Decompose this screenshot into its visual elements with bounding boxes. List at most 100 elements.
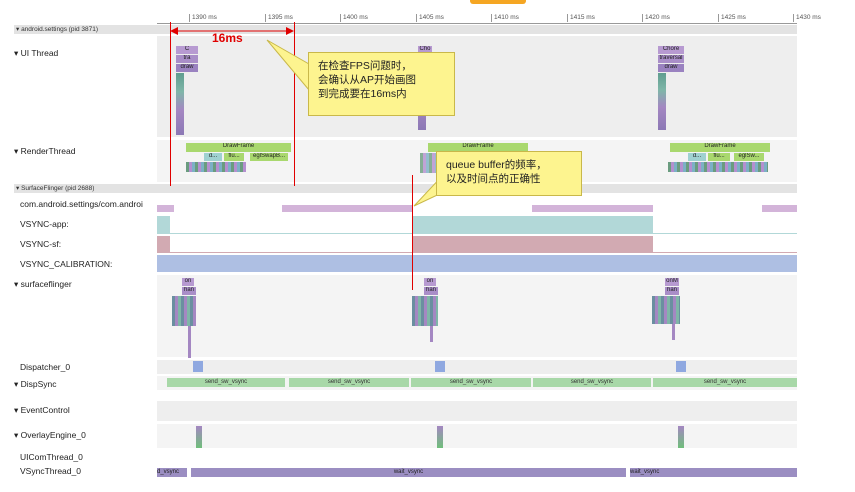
ruler-tick-line xyxy=(793,14,794,22)
vsync-sf-bar-1 xyxy=(157,236,170,252)
track-label-ui-thread[interactable]: ▾ UI Thread xyxy=(14,48,58,59)
sf-stack-1 xyxy=(172,296,196,326)
vsyncthread-slice-1[interactable]: d_vsync xyxy=(157,468,187,477)
ui-slice-traversal-3[interactable]: traversal xyxy=(658,55,684,63)
render-drawframe-3[interactable]: DrawFrame xyxy=(670,143,770,152)
ruler-tick-line xyxy=(189,14,190,22)
sf-slice-han-2[interactable]: han xyxy=(424,287,438,295)
dispsync-slice-1[interactable]: send_sw_vsync xyxy=(167,378,285,387)
interval-start-line xyxy=(170,22,171,186)
overlay-slice-3[interactable] xyxy=(678,426,684,448)
track-label-surfaceflinger[interactable]: ▾ surfaceflinger xyxy=(14,279,72,290)
ruler-tick-label: 1420 ms xyxy=(645,14,670,21)
track-label-uicompthread[interactable]: UIComThread_0 xyxy=(20,452,83,462)
process-header-android-settings[interactable]: ▾ android.settings (pid 3871) xyxy=(14,25,797,34)
callout-fps: 在检查FPS问题时， 会确认从AP开始画图 到完成要在16ms内 xyxy=(308,52,455,116)
track-label-vsyncthread[interactable]: VSyncThread_0 xyxy=(20,466,81,476)
ui-slice-traversal-1[interactable]: tra xyxy=(176,55,198,63)
vsyncthread-slice-2[interactable]: wait_vsync xyxy=(191,468,626,477)
ruler-tick-line xyxy=(416,14,417,22)
ruler-tick-line xyxy=(642,14,643,22)
sf-tail-1 xyxy=(188,326,191,358)
callout-fps-line-2: 会确认从AP开始画图 xyxy=(318,74,417,86)
track-label-eventcontrol[interactable]: ▾ EventControl xyxy=(14,405,70,416)
render-drawframe-1[interactable]: DrawFrame xyxy=(186,143,291,152)
sf-slice-on-2[interactable]: on xyxy=(424,278,436,286)
track-label-settings-layer[interactable]: com.android.settings/com.androi xyxy=(20,199,155,209)
track-label-vsync-app[interactable]: VSYNC-app: xyxy=(20,219,69,229)
render-sub-d-3[interactable]: d... xyxy=(688,153,706,161)
track-label-dispsync[interactable]: ▾ DispSync xyxy=(14,379,57,390)
ruler-tick-line xyxy=(567,14,568,22)
layer-bar-1 xyxy=(157,205,174,212)
ruler-tick-line xyxy=(491,14,492,22)
sf-tail-3 xyxy=(672,324,675,340)
overlay-slice-1[interactable] xyxy=(196,426,202,448)
vsync-app-baseline xyxy=(157,233,797,234)
track-label-dispatcher[interactable]: Dispatcher_0 xyxy=(20,362,70,372)
ruler-tick-line xyxy=(340,14,341,22)
ui-stack-1 xyxy=(176,73,184,135)
dispsync-slice-3[interactable]: send_sw_vsync xyxy=(411,378,531,387)
track-label-render-thread[interactable]: ▾ RenderThread xyxy=(14,146,75,157)
ruler-tick-label: 1390 ms xyxy=(192,14,217,21)
vsync-calibration-bar xyxy=(157,255,797,272)
title-fragment xyxy=(470,0,526,4)
dispatcher-track xyxy=(157,360,797,374)
ruler-tick-label: 1410 ms xyxy=(494,14,519,21)
dispsync-slice-2[interactable]: send_sw_vsync xyxy=(289,378,409,387)
ruler-tick-label: 1400 ms xyxy=(343,14,368,21)
surfaceflinger-track xyxy=(157,275,797,357)
sf-tail-2 xyxy=(430,326,433,342)
render-sub-d-1[interactable]: d... xyxy=(204,153,222,161)
callout-queue-line-2: 以及时间点的正确性 xyxy=(446,173,541,185)
ui-stack-3 xyxy=(658,73,666,130)
ruler-tick-label: 1415 ms xyxy=(570,14,595,21)
track-label-overlayengine[interactable]: ▾ OverlayEngine_0 xyxy=(14,430,86,441)
dispatcher-slice-1[interactable] xyxy=(193,361,203,372)
dispsync-slice-4[interactable]: send_sw_vsync xyxy=(533,378,651,387)
vsync-sf-bar-2 xyxy=(413,236,653,252)
vsyncthread-slice-3[interactable]: wait_vsync xyxy=(630,468,797,477)
render-sub-eglswap-1[interactable]: eglSwapB... xyxy=(250,153,288,161)
ui-slice-draw-1[interactable]: draw xyxy=(176,64,198,72)
sf-slice-onm-3[interactable]: onM xyxy=(665,278,679,286)
eventcontrol-track xyxy=(157,401,797,421)
sf-stack-2 xyxy=(412,296,438,326)
layer-bar-3 xyxy=(532,205,653,212)
process-header-surfaceflinger[interactable]: ▾ SurfaceFlinger (pid 2688) xyxy=(14,184,797,193)
track-label-vsync-calibration[interactable]: VSYNC_CALIBRATION: xyxy=(20,259,112,269)
ruler-tick-label: 1405 ms xyxy=(419,14,444,21)
callout-queue-buffer: queue buffer的频率， 以及时间点的正确性 xyxy=(436,151,582,196)
ui-slice-draw-3[interactable]: draw xyxy=(658,64,684,72)
sf-slice-on-1[interactable]: on xyxy=(182,278,194,286)
render-sub-eglswap-3[interactable]: eglSw... xyxy=(734,153,764,161)
callout-queue-line-1: queue buffer的频率， xyxy=(446,159,547,171)
render-stack-3 xyxy=(668,162,768,172)
vsync-sf-baseline xyxy=(157,252,797,253)
render-sub-flush-1[interactable]: flu... xyxy=(224,153,244,161)
render-stack-1 xyxy=(186,162,246,172)
ui-slice-choreographer-1[interactable]: C xyxy=(176,46,198,54)
layer-bar-4 xyxy=(762,205,797,212)
ruler-tick-label: 1395 ms xyxy=(268,14,293,21)
dispsync-slice-5[interactable]: send_sw_vsync xyxy=(653,378,797,387)
ui-thread-track xyxy=(157,36,797,137)
vsync-app-bar-2 xyxy=(413,216,653,233)
sf-stack-3 xyxy=(652,296,680,324)
sf-slice-han-3[interactable]: han xyxy=(665,287,679,295)
dispatcher-slice-2[interactable] xyxy=(435,361,445,372)
render-sub-flush-3[interactable]: flu... xyxy=(708,153,730,161)
callout-fps-line-1: 在检查FPS问题时， xyxy=(318,60,412,72)
ruler-tick-label: 1425 ms xyxy=(721,14,746,21)
vsync-app-bar-1 xyxy=(157,216,170,233)
ruler-tick-label: 1430 ms xyxy=(796,14,821,21)
overlay-slice-2[interactable] xyxy=(437,426,443,448)
dispatcher-slice-3[interactable] xyxy=(676,361,686,372)
ruler-tick-line xyxy=(718,14,719,22)
sf-slice-han-1[interactable]: han xyxy=(182,287,196,295)
callout-fps-line-3: 到完成要在16ms内 xyxy=(318,88,407,100)
ruler-tick-line xyxy=(265,14,266,22)
track-label-vsync-sf[interactable]: VSYNC-sf: xyxy=(20,239,61,249)
ui-slice-choreographer-3[interactable]: Chore xyxy=(658,46,684,54)
